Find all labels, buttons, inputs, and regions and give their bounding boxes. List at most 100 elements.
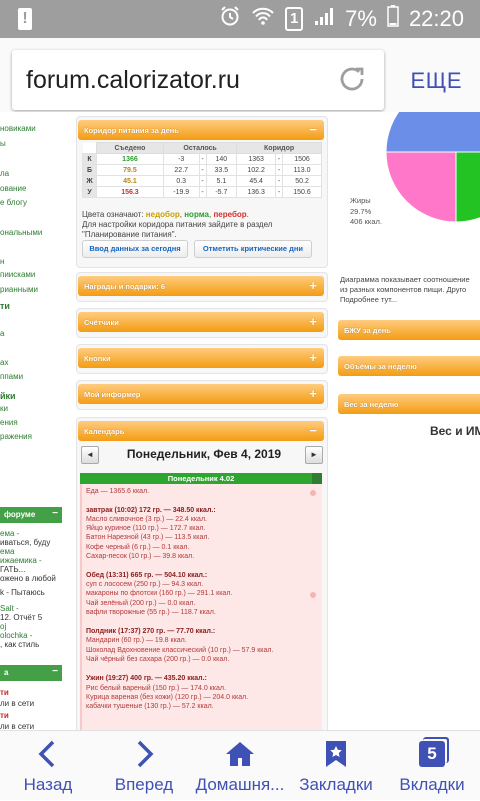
bju-day-panel-header[interactable]: БЖУ за день [338,320,480,340]
buttons-panel-header[interactable]: Кнопки + [78,348,324,368]
online-heading: ти [0,688,9,697]
col-header-eaten: Съедено [96,142,164,154]
sidebar-link[interactable]: н [0,257,4,266]
meal-item: Шоколад Вдохновение классический (10 гр.… [86,647,274,654]
tabs-button[interactable]: 5 Вкладки [384,731,480,801]
counters-panel-header[interactable]: Счётчики + [78,312,324,332]
meal-item: Курица вареная (без кожи) (120 гр.) — 20… [86,694,249,701]
calendar-navigation: ◄ Понедельник, Фев 4, 2019 ► [79,444,323,468]
online-panel-header[interactable]: а − [0,665,62,681]
expand-icon[interactable]: + [309,386,317,401]
sidebar-link[interactable]: ппами [0,372,23,381]
forum-panel-header[interactable]: форуме − [0,507,62,523]
expand-icon[interactable]: + [309,278,317,293]
home-button[interactable]: Домашня... [192,731,288,801]
online-text: ли в сети [0,699,35,708]
sidebar-link[interactable]: е блогу [0,198,27,207]
mark-critical-days-button[interactable]: Отметить критические дни [194,240,312,258]
row-label: К [82,153,97,165]
more-link[interactable]: Подробнее тут... [340,295,397,304]
collapse-icon[interactable]: − [52,666,58,677]
forum-post[interactable]: olochka - [0,631,32,640]
notification-icon: ! [18,8,32,30]
informer-panel-header[interactable]: Мой информер + [78,384,324,404]
expand-icon[interactable]: + [309,350,317,365]
pie-slice-fat [385,151,457,222]
sidebar-link[interactable]: рианными [0,285,38,294]
weight-week-panel-header[interactable]: Вес за неделю [338,394,480,414]
corridor-panel-header[interactable]: Коридор питания за день − [78,120,324,140]
edit-icon[interactable] [310,592,316,598]
remaining-low: 0.3 [162,175,200,187]
planning-link[interactable]: "Планирование питания". [82,230,177,239]
collapse-icon[interactable]: − [52,508,58,519]
row-label: Б [82,164,97,176]
eaten-value: 1366 [96,153,164,165]
more-menu-button[interactable]: ЕЩЕ [411,68,462,94]
table-row: Б 79.5 22.7-33.5 102.2-113.0 [82,164,322,176]
forum-post[interactable]: oj [0,622,6,631]
sidebar-link[interactable]: ональными [0,228,42,237]
forum-post[interactable]: Salt - [0,604,19,613]
next-day-button[interactable]: ► [305,446,323,464]
sidebar-link[interactable]: ражения [0,432,32,441]
separator: - [275,186,284,198]
collapse-icon[interactable]: − [309,122,317,137]
awards-panel-header[interactable]: Награды и подарки: 6 + [78,276,324,296]
sidebar-link[interactable]: ах [0,358,8,367]
meal-item: Сахар-песок (10 гр.) — 39.8 ккал. [86,553,195,560]
prev-day-button[interactable]: ◄ [81,446,99,464]
volumes-week-panel-header[interactable]: Объёмы за неделю [338,356,480,376]
corridor-low: 1363 [236,153,277,165]
alarm-icon [219,5,241,33]
forum-post[interactable]: ижаемика - [0,556,42,565]
sidebar-link[interactable]: пиисками [0,270,35,279]
online-text: ли в сети [0,722,35,730]
sidebar-link[interactable]: а [0,329,4,338]
sidebar-link[interactable]: новиками [0,124,36,133]
meal-title[interactable]: Ужин (19:27) 400 гр. — 435.20 ккал.: [86,675,207,682]
forum-post-text: 12. Отчёт 5 [0,613,43,622]
online-panel-title: а [4,668,9,677]
enter-data-button[interactable]: Ввод данных за сегодня [82,240,188,258]
pie-description: Диаграмма показывает соотношение [340,275,470,284]
sidebar-link[interactable]: ения [0,418,18,427]
meal-item: Чай чёрный без сахара (200 гр.) — 0.0 кк… [86,656,230,663]
meal-item: Масло сливочное (3 гр.) — 22.4 ккал. [86,516,207,523]
reload-icon[interactable] [334,61,370,102]
browser-bottom-nav: Назад Вперед Домашня... Закладки 5 Вклад… [0,730,480,800]
url-text[interactable]: forum.calorizator.ru [26,66,240,95]
forward-button[interactable]: Вперед [96,731,192,801]
sidebar-link[interactable]: ки [0,404,8,413]
edit-icon[interactable] [310,490,316,496]
address-bar[interactable]: forum.calorizator.ru [12,50,384,110]
sidebar-link[interactable]: ование [0,184,26,193]
forum-post[interactable]: ема [0,547,14,556]
sidebar-link[interactable]: ы [0,139,6,148]
back-button[interactable]: Назад [0,731,96,801]
sidebar-link[interactable]: ла [0,169,9,178]
color-norm: норма [184,210,209,219]
meal-title[interactable]: завтрак (10:02) 172 гр. — 348.50 ккал.: [86,507,216,514]
day-header: Понедельник 4.02 [80,473,322,484]
day-meals: Еда — 1365.6 ккал. завтрак (10:02) 172 г… [80,484,322,730]
pie-description: из разных компонентов пищи. Друго [340,285,467,294]
meal-title[interactable]: Обед (13:31) 665 гр. — 504.10 ккал.: [86,572,207,579]
calendar-panel-header[interactable]: Календарь − [78,421,324,441]
row-label: Ж [82,175,97,187]
meal-item: кабачки тушеные (130 гр.) — 57.2 ккал. [86,703,214,710]
eaten-value: 79.5 [96,164,164,176]
home-icon [192,739,288,769]
remaining-low: -3 [162,153,200,165]
expand-icon[interactable]: + [309,314,317,329]
meal-title[interactable]: Полдник (17:37) 270 гр. — 77.70 ккал.: [86,628,215,635]
forum-post-text: иваться, буду [0,538,51,547]
bookmarks-button[interactable]: Закладки [288,731,384,801]
corridor-title: Коридор питания за день [84,126,179,135]
collapse-icon[interactable]: − [309,423,317,438]
counters-title: Счётчики [84,318,119,327]
signal-icon [313,5,335,33]
forum-post[interactable]: ема - [0,529,19,538]
chevron-left-icon [0,739,96,769]
forum-post-text: k - Пытаюсь [0,588,45,597]
